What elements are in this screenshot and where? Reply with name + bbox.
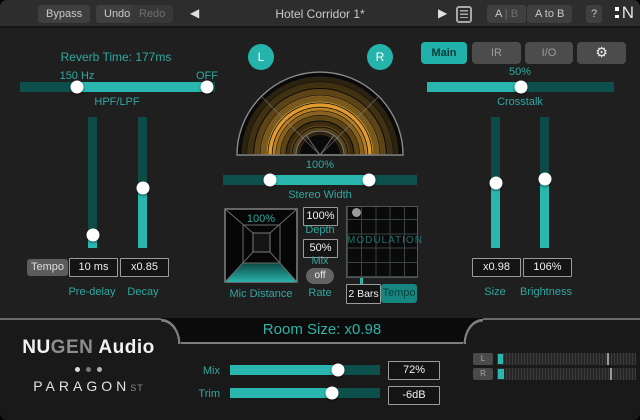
crosstalk-value: 50% [509, 66, 531, 78]
hpf-handle[interactable] [70, 81, 83, 94]
right-channel-badge[interactable]: R [367, 44, 393, 70]
gear-icon: ⚙ [595, 45, 608, 61]
left-channel-badge[interactable]: L [248, 44, 274, 70]
meter-right-label: R [473, 368, 493, 380]
size-label: Size [484, 286, 505, 298]
mix-value[interactable]: 72% [388, 361, 440, 380]
predelay-value[interactable]: 10 ms [69, 258, 118, 277]
size-value[interactable]: x0.98 [472, 258, 521, 277]
modulation-mix-label: Mix [311, 255, 328, 267]
modulation-rate-label: Rate [308, 287, 331, 299]
decay-handle[interactable] [136, 181, 149, 194]
size-slider[interactable] [491, 117, 500, 248]
a-to-b-button[interactable]: A to B [527, 5, 572, 23]
brightness-label: Brightness [520, 286, 572, 298]
tab-main[interactable]: Main [421, 42, 467, 64]
ab-b-label: | B [502, 8, 518, 20]
paragon-plugin-window: Bypass Undo Redo ◀ Hotel Corridor 1* ▶ A… [0, 0, 640, 420]
hpf-lpf-slider[interactable] [20, 82, 215, 92]
mix-handle[interactable] [332, 364, 345, 377]
nugen-logo-dots [615, 7, 619, 18]
next-preset-icon[interactable]: ▶ [438, 6, 447, 20]
meter-right-bar [497, 368, 636, 380]
mic-distance-label: Mic Distance [230, 288, 293, 300]
trim-slider[interactable] [230, 388, 380, 398]
stereo-width-value: 100% [306, 159, 334, 171]
crosstalk-slider[interactable] [427, 82, 614, 92]
crosstalk-label: Crosstalk [497, 96, 543, 108]
decay-slider[interactable] [138, 117, 147, 248]
help-button[interactable]: ? [586, 5, 602, 23]
nugen-logo-letter: N [622, 4, 634, 21]
stereo-width-right-handle[interactable] [362, 174, 375, 187]
previous-preset-icon[interactable]: ◀ [190, 6, 199, 20]
meter-left-bar [497, 353, 636, 365]
brightness-value[interactable]: 106% [523, 258, 572, 277]
bypass-button[interactable]: Bypass [38, 5, 90, 23]
lpf-handle[interactable] [201, 81, 214, 94]
modulation-rate-value[interactable]: 2 Bars [346, 284, 381, 304]
stereo-width-slider[interactable] [223, 175, 417, 185]
trim-value[interactable]: -6dB [388, 386, 440, 405]
preset-list-icon[interactable] [456, 6, 472, 23]
nugen-logo: N [615, 4, 634, 21]
meter-right-peak [610, 368, 612, 380]
room-size-banner: Room Size: x0.98 [181, 318, 463, 344]
ab-a-label: A [495, 8, 502, 20]
stereo-width-label: Stereo Width [288, 189, 352, 201]
size-handle[interactable] [489, 176, 502, 189]
tab-ir[interactable]: IR [472, 42, 521, 64]
crosstalk-handle[interactable] [514, 81, 527, 94]
banner-right-curve [463, 318, 483, 344]
brand-logo: NUGEN Audio PARAGONST [16, 337, 161, 394]
predelay-label: Pre-delay [68, 286, 115, 298]
modulation-tempo-toggle[interactable]: Tempo [381, 284, 417, 303]
predelay-handle[interactable] [86, 228, 99, 241]
reverb-time-readout: Reverb Time: 177ms [61, 50, 172, 64]
product-name: PARAGONST [16, 378, 161, 394]
settings-tab[interactable]: ⚙ [577, 42, 626, 64]
predelay-tempo-button[interactable]: Tempo [27, 259, 68, 276]
predelay-slider[interactable] [88, 117, 97, 248]
stereo-width-left-handle[interactable] [263, 174, 276, 187]
top-bar: Bypass Undo Redo ◀ Hotel Corridor 1* ▶ A… [0, 0, 640, 28]
modulation-title: MODULATION [347, 235, 417, 246]
mix-slider[interactable] [230, 365, 380, 375]
hpf-lpf-label: HPF/LPF [94, 96, 139, 108]
modulation-grid[interactable]: MODULATION [346, 206, 418, 278]
modulation-depth-label: Depth [305, 224, 334, 236]
brightness-slider[interactable] [540, 117, 549, 248]
decay-value[interactable]: x0.85 [120, 258, 169, 277]
brightness-handle[interactable] [538, 172, 551, 185]
preset-name[interactable]: Hotel Corridor 1* [230, 7, 410, 21]
tab-io[interactable]: I/O [525, 42, 573, 64]
meter-left-label: L [473, 353, 493, 365]
trim-handle[interactable] [326, 387, 339, 400]
banner-left-curve [161, 318, 181, 344]
modulation-grid-dot[interactable] [352, 208, 361, 217]
mix-label: Mix [150, 365, 220, 377]
redo-button[interactable]: Redo [131, 5, 173, 23]
modulation-off-button[interactable]: off [306, 268, 334, 284]
brand-dots [16, 367, 161, 372]
decay-label: Decay [127, 286, 158, 298]
trim-label: Trim [150, 388, 220, 400]
meter-left-peak [607, 353, 609, 365]
mic-distance-value: 100% [247, 213, 275, 225]
ab-compare-button[interactable]: A | B [487, 5, 526, 23]
impulse-response-visualizer [235, 68, 405, 158]
nugen-audio-wordmark: NUGEN Audio [16, 337, 161, 359]
